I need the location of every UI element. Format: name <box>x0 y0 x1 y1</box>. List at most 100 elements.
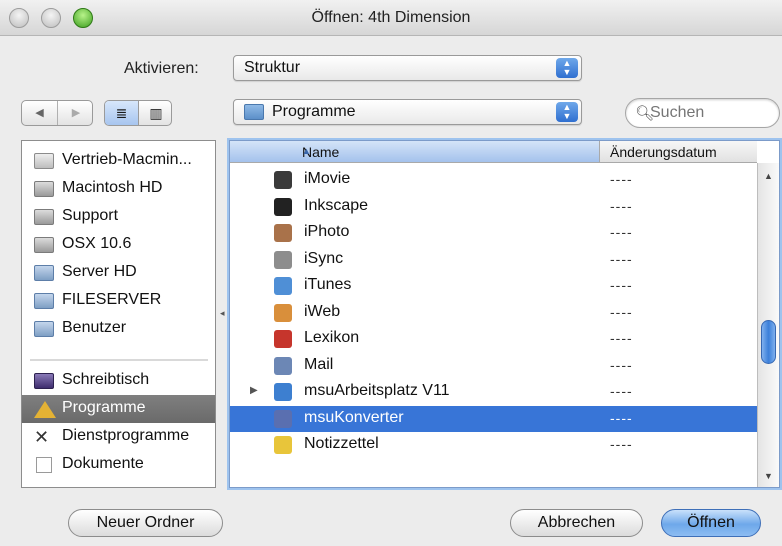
file-date: ---- <box>610 303 633 320</box>
file-name: Mail <box>304 355 334 373</box>
sidebar-item-label: Vertrieb-Macmin... <box>62 151 192 168</box>
file-date: ---- <box>610 330 633 346</box>
sidebar-item-fileserver[interactable]: FILESERVER <box>22 287 215 315</box>
sidebar-item-label: Dienstprogramme <box>62 427 190 444</box>
file-date: ---- <box>610 171 633 187</box>
nav-back-forward: ◀ ▶ <box>21 100 93 126</box>
sidebar-item-dokumente[interactable]: Dokumente <box>22 451 215 479</box>
sidebar-item-label: Server HD <box>62 263 137 280</box>
scrollbar-thumb[interactable] <box>761 320 776 364</box>
file-browser: Name ▲ Änderungsdatum iMovie ---- Inkscape… <box>229 140 780 488</box>
popup-stepper-icon: ▲ ▼ <box>556 102 578 122</box>
notes-icon <box>274 436 292 454</box>
file-row[interactable]: msuKonverter ---- <box>230 405 757 432</box>
activate-popup-value: Struktur <box>244 59 301 76</box>
window-title: Öffnen: 4th Dimension <box>311 9 471 26</box>
sidebar-resize-handle-icon[interactable]: ◂ <box>220 308 225 318</box>
file-row[interactable]: Notizzettel ---- <box>230 432 757 458</box>
server-icon <box>34 321 54 337</box>
file-name: Notizzettel <box>304 435 379 452</box>
file-row[interactable]: ▶ msuArbeitsplatz V11 ---- <box>230 379 757 405</box>
file-row[interactable]: iTunes ---- <box>230 273 757 299</box>
applications-icon <box>34 401 56 418</box>
itunes-icon <box>274 277 292 295</box>
back-arrow-icon[interactable]: ◀ <box>22 101 58 125</box>
file-row[interactable]: iSync ---- <box>230 247 757 273</box>
sidebar-item-server-hd[interactable]: Server HD <box>22 259 215 287</box>
sidebar-item-label: Benutzer <box>62 319 127 336</box>
activate-label: Aktivieren: <box>124 60 199 77</box>
file-name: Lexikon <box>304 329 360 346</box>
file-name: msuKonverter <box>304 408 404 426</box>
file-date: ---- <box>610 224 633 240</box>
file-date: ---- <box>610 356 633 373</box>
sidebar-item-support[interactable]: Support <box>22 203 215 231</box>
server-icon <box>34 265 54 281</box>
column-header-name[interactable]: Name ▲ <box>230 141 600 162</box>
imovie-icon <box>274 171 292 189</box>
sidebar-item-label: Dokumente <box>62 455 144 472</box>
sidebar-item-dienstprogramme[interactable]: ✕ Dienstprogramme <box>22 423 215 451</box>
list-view-icon[interactable]: ≣ <box>105 101 139 125</box>
forward-arrow-icon[interactable]: ▶ <box>58 101 94 125</box>
location-popup-value: Programme <box>272 103 356 120</box>
file-name: iTunes <box>304 276 352 293</box>
file-date: ---- <box>610 436 633 452</box>
column-view-icon[interactable]: ▥ <box>139 101 173 125</box>
mail-icon <box>274 356 292 375</box>
view-mode-toggle: ≣ ▥ <box>104 100 172 126</box>
file-name: msuArbeitsplatz V11 <box>304 382 450 399</box>
sidebar-item-label: Macintosh HD <box>62 179 163 196</box>
vertical-scrollbar[interactable]: ▲ ▼ <box>757 163 779 487</box>
file-date: ---- <box>610 250 633 267</box>
file-name: iSync <box>304 249 344 267</box>
sort-ascending-icon: ▲ <box>302 146 311 156</box>
hard-disk-icon <box>34 209 54 225</box>
file-row[interactable]: Lexikon ---- <box>230 326 757 352</box>
file-date: ---- <box>610 277 633 293</box>
sidebar-item-label: Support <box>62 207 119 224</box>
desktop-icon <box>34 373 54 389</box>
file-row[interactable]: iMovie ---- <box>230 167 757 193</box>
open-button[interactable]: Öffnen <box>661 509 761 537</box>
file-row[interactable]: iPhoto ---- <box>230 220 757 246</box>
server-icon <box>34 293 54 309</box>
search-input[interactable] <box>650 103 770 123</box>
disclosure-triangle-icon[interactable]: ▶ <box>250 385 258 396</box>
sidebar-item-osx[interactable]: OSX 10.6 <box>22 231 215 259</box>
folder-icon <box>274 383 292 401</box>
scroll-down-icon[interactable]: ▼ <box>764 471 773 481</box>
title-bar: Öffnen: 4th Dimension <box>0 0 782 36</box>
iphoto-icon <box>274 224 292 242</box>
msukonverter-icon <box>274 409 292 428</box>
lexikon-icon <box>274 330 292 348</box>
column-header-date[interactable]: Änderungsdatum <box>610 144 717 160</box>
sidebar-item-vertrieb[interactable]: Vertrieb-Macmin... <box>22 147 215 175</box>
hard-disk-icon <box>34 181 54 197</box>
sidebar-item-macintosh-hd[interactable]: Macintosh HD <box>22 175 215 203</box>
file-date: ---- <box>610 383 633 399</box>
hard-disk-icon <box>34 237 54 253</box>
sidebar-item-label: FILESERVER <box>62 291 162 308</box>
inkscape-icon <box>274 197 292 216</box>
open-dialog: Öffnen: 4th Dimension Aktivieren: Strukt… <box>0 0 782 546</box>
search-field: 🔍︎ <box>625 98 780 128</box>
file-row[interactable]: Inkscape ---- <box>230 194 757 220</box>
file-name: iPhoto <box>304 223 350 240</box>
file-row[interactable]: iWeb ---- <box>230 300 757 326</box>
cancel-button[interactable]: Abbrechen <box>510 509 643 537</box>
sidebar-item-programme[interactable]: Programme <box>22 395 215 423</box>
activate-popup[interactable]: Struktur ▲ ▼ <box>233 55 582 81</box>
file-row[interactable]: Mail ---- <box>230 353 757 379</box>
column-header: Name ▲ Änderungsdatum <box>230 141 757 163</box>
file-date: ---- <box>610 197 633 214</box>
documents-icon <box>36 457 52 473</box>
scroll-up-icon[interactable]: ▲ <box>764 171 773 181</box>
file-date: ---- <box>610 409 633 426</box>
new-folder-button[interactable]: Neuer Ordner <box>68 509 223 537</box>
sidebar-item-benutzer[interactable]: Benutzer <box>22 315 215 343</box>
sidebar-item-label: Programme <box>62 399 146 416</box>
sidebar-item-schreibtisch[interactable]: Schreibtisch <box>22 367 215 395</box>
location-popup[interactable]: Programme ▲ ▼ <box>233 99 582 125</box>
isync-icon <box>274 250 292 269</box>
